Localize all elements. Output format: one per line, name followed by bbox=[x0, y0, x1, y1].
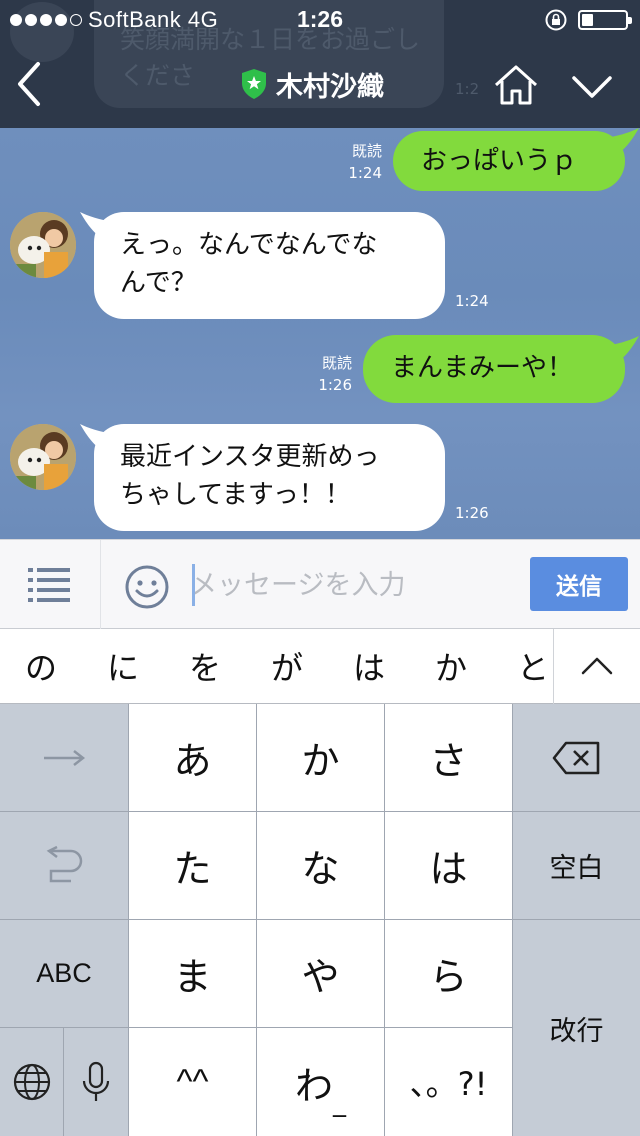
menu-list-icon[interactable] bbox=[28, 566, 72, 604]
space-key[interactable]: 空白 bbox=[513, 812, 640, 919]
kana-keyboard: ABC あ か さ た な は ま や ら ^^ わ _ 、。?! 空白 改行 bbox=[0, 704, 640, 1136]
key-sa[interactable]: さ bbox=[385, 704, 512, 811]
message-time: 1:24 bbox=[455, 292, 489, 310]
key-divider bbox=[128, 704, 129, 1136]
key-a[interactable]: あ bbox=[129, 704, 256, 811]
key-emoticon[interactable]: ^^ bbox=[129, 1028, 256, 1136]
chat-title[interactable]: 木村沙織 bbox=[240, 66, 384, 103]
key-divider bbox=[63, 1028, 64, 1136]
key-punctuation[interactable]: 、。?! bbox=[385, 1028, 512, 1136]
message-line: えっ。なんでなんでな bbox=[120, 230, 378, 260]
incoming-message[interactable]: 最近インスタ更新めっ ちゃしてますっ！！ bbox=[94, 424, 445, 531]
message-text: おっぱいうｐ bbox=[421, 146, 578, 176]
key-divider bbox=[384, 704, 385, 1136]
expand-suggestions-button[interactable] bbox=[553, 629, 640, 704]
chevron-down-button[interactable] bbox=[570, 70, 614, 102]
message-time: 1:24 bbox=[348, 164, 382, 182]
home-button[interactable] bbox=[493, 64, 539, 106]
message-time: 1:26 bbox=[455, 504, 489, 522]
suggestion-item[interactable]: が bbox=[257, 643, 317, 689]
scrolled-message-time: 1:2 bbox=[455, 80, 480, 98]
suggestion-item[interactable]: を bbox=[175, 643, 235, 689]
prediction-bar: の に を が は か と bbox=[0, 629, 640, 704]
key-ma[interactable]: ま bbox=[129, 920, 256, 1027]
read-receipt: 既読 bbox=[351, 142, 382, 160]
chat-messages[interactable]: 既読 1:24 おっぱいうｐ えっ。なんでなんでな んで？ 1:24 既読 1:… bbox=[0, 128, 640, 539]
emoji-icon[interactable] bbox=[124, 564, 170, 610]
send-button[interactable]: 送信 bbox=[530, 557, 628, 611]
text-cursor bbox=[192, 564, 195, 606]
incoming-message[interactable]: えっ。なんでなんでな んで？ bbox=[94, 212, 445, 319]
contact-name: 木村沙織 bbox=[276, 71, 384, 103]
message-input-bar: 送信 bbox=[0, 539, 640, 630]
key-na[interactable]: な bbox=[257, 812, 384, 919]
arrow-right-icon bbox=[44, 749, 86, 766]
key-ta[interactable]: た bbox=[129, 812, 256, 919]
rotation-lock-icon bbox=[545, 9, 567, 31]
read-receipt: 既読 bbox=[321, 354, 352, 372]
cursor-right-key[interactable] bbox=[0, 704, 128, 811]
key-divider bbox=[0, 811, 640, 812]
contact-avatar[interactable] bbox=[10, 424, 76, 490]
message-line: ちゃしてますっ！！ bbox=[120, 480, 351, 510]
official-shield-icon bbox=[242, 69, 266, 99]
suggestion-item[interactable]: の bbox=[11, 643, 71, 689]
key-divider bbox=[512, 704, 513, 1136]
globe-key[interactable] bbox=[0, 1028, 63, 1136]
message-line: んで？ bbox=[120, 268, 197, 298]
avatar-photo bbox=[10, 212, 76, 278]
chat-header: 笑顔満開な１日をお過ごしくださ 1:2 SoftBank 4G 1:26 木村沙… bbox=[0, 0, 640, 128]
status-bar: SoftBank 4G 1:26 bbox=[0, 0, 640, 40]
back-button[interactable] bbox=[8, 58, 52, 110]
message-line: 最近インスタ更新めっ bbox=[120, 442, 380, 472]
avatar-photo bbox=[10, 424, 76, 490]
chevron-up-icon bbox=[581, 657, 613, 675]
key-divider bbox=[0, 1027, 513, 1028]
key-divider bbox=[256, 704, 257, 1136]
suggestion-item[interactable]: は bbox=[339, 643, 399, 689]
suggestion-item[interactable]: に bbox=[93, 643, 153, 689]
key-ha[interactable]: は bbox=[385, 812, 512, 919]
globe-icon bbox=[13, 1063, 50, 1101]
status-time: 1:26 bbox=[296, 6, 344, 32]
key-wa[interactable]: わ _ bbox=[257, 1028, 384, 1136]
key-ya[interactable]: や bbox=[257, 920, 384, 1027]
message-text: まんまみーや！ bbox=[391, 353, 574, 383]
battery-icon bbox=[578, 10, 632, 30]
small-kana-mark: _ bbox=[333, 1088, 346, 1118]
key-ra[interactable]: ら bbox=[385, 920, 512, 1027]
outgoing-message[interactable]: まんまみーや！ bbox=[363, 335, 625, 403]
divider bbox=[100, 540, 101, 630]
contact-avatar[interactable] bbox=[10, 212, 76, 278]
key-ka[interactable]: か bbox=[257, 704, 384, 811]
message-input[interactable] bbox=[190, 558, 510, 612]
suggestion-item[interactable]: か bbox=[421, 643, 481, 689]
microphone-icon bbox=[82, 1061, 110, 1101]
delete-icon bbox=[552, 741, 599, 774]
outgoing-message[interactable]: おっぱいうｐ bbox=[393, 131, 625, 191]
delete-key[interactable] bbox=[513, 704, 640, 811]
key-divider bbox=[0, 919, 640, 920]
return-key[interactable]: 改行 bbox=[513, 920, 640, 1136]
undo-icon bbox=[46, 845, 83, 882]
abc-key[interactable]: ABC bbox=[0, 920, 128, 1027]
key-wa-label: わ bbox=[294, 1063, 333, 1108]
undo-key[interactable] bbox=[0, 812, 128, 919]
message-time: 1:26 bbox=[318, 376, 352, 394]
microphone-key[interactable] bbox=[64, 1028, 128, 1136]
